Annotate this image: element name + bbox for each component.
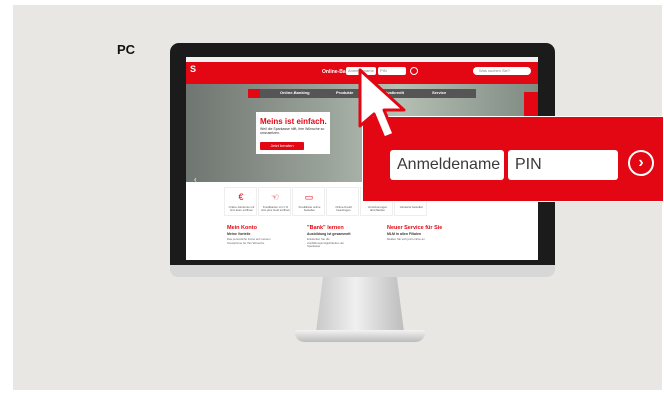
teaser-card[interactable]: "Bank" lernen Ausbildung ist gesammelt E… [304,223,380,260]
hand-icon: ☜ [270,192,280,202]
nav-online-banking[interactable]: Online-Banking [280,90,310,95]
card-body: Melden Sie sich jetzt online an [387,237,425,241]
tile[interactable]: ☜ Kreditkarten mit 1 % Giro plus Geld er… [258,187,291,216]
nav-service[interactable]: Service [432,90,446,95]
hero-subtitle: Weil die Sparkasse hilft, ihre Wünsche s… [260,127,325,135]
chevron-right-icon[interactable]: › [628,150,654,176]
teaser-card[interactable]: Neuer Service für Sie MLM in allen Filia… [384,223,460,260]
chevron-left-icon[interactable]: ‹ [194,175,197,184]
pin-input[interactable]: PIN [508,150,618,180]
monitor-base [295,330,425,342]
card-subtitle: MLM in allen Filialen [387,232,422,236]
tile-label: Online-Girokonto mit Giro Euro eröffnen [228,205,255,212]
card-body: Das persönliche Konto auf meinem Smartph… [227,237,271,245]
card-subtitle: Ausbildung ist gesammelt [307,232,351,236]
sparkasse-logo-icon[interactable]: S [190,64,196,74]
tile-label: Kreditkarte online bestellen [298,205,321,212]
tile-label: Versicherungen abschließen [367,205,388,212]
monitor-chin [170,265,555,277]
hero-title: Meins ist einfach. [260,117,327,126]
teaser-card[interactable]: Mein Konto Meine Vorteile Das persönlich… [224,223,300,260]
card-subtitle: Meine Vorteile [227,232,251,236]
header-label: Online-Ba [322,69,346,75]
search-input[interactable]: Was suchen Sie? [473,67,531,75]
card-body: Entdecken Sie die Ausbildungsmöglichkeit… [307,237,345,248]
card-icon: ▭ [304,192,314,202]
monitor-stand [316,277,404,332]
mouse-cursor-icon [358,68,406,140]
tile[interactable]: Online-Kredit beantragen [326,187,359,216]
tile-label: Girokarte bestellen [399,205,424,209]
device-label: PC [117,42,136,57]
card-title: Mein Konto [227,225,257,231]
username-input[interactable]: Anmeldename [390,150,504,180]
tile-label: Online-Kredit beantragen [335,205,352,212]
nav-produkte[interactable]: Produkte [336,90,353,95]
card-title: "Bank" lernen [307,225,344,231]
tile[interactable]: ▭ Kreditkarte online bestellen [292,187,325,216]
tile[interactable]: € Online-Girokonto mit Giro Euro eröffne… [224,187,257,216]
tile-icon [337,192,349,202]
tile-label: Kreditkarten mit 1 % Giro plus Geld eröf… [261,205,290,212]
euro-icon: € [238,192,244,202]
home-icon[interactable] [248,89,260,98]
card-title: Neuer Service für Sie [387,225,443,231]
hero-cta-button[interactable]: Jetzt beraten [260,142,304,150]
